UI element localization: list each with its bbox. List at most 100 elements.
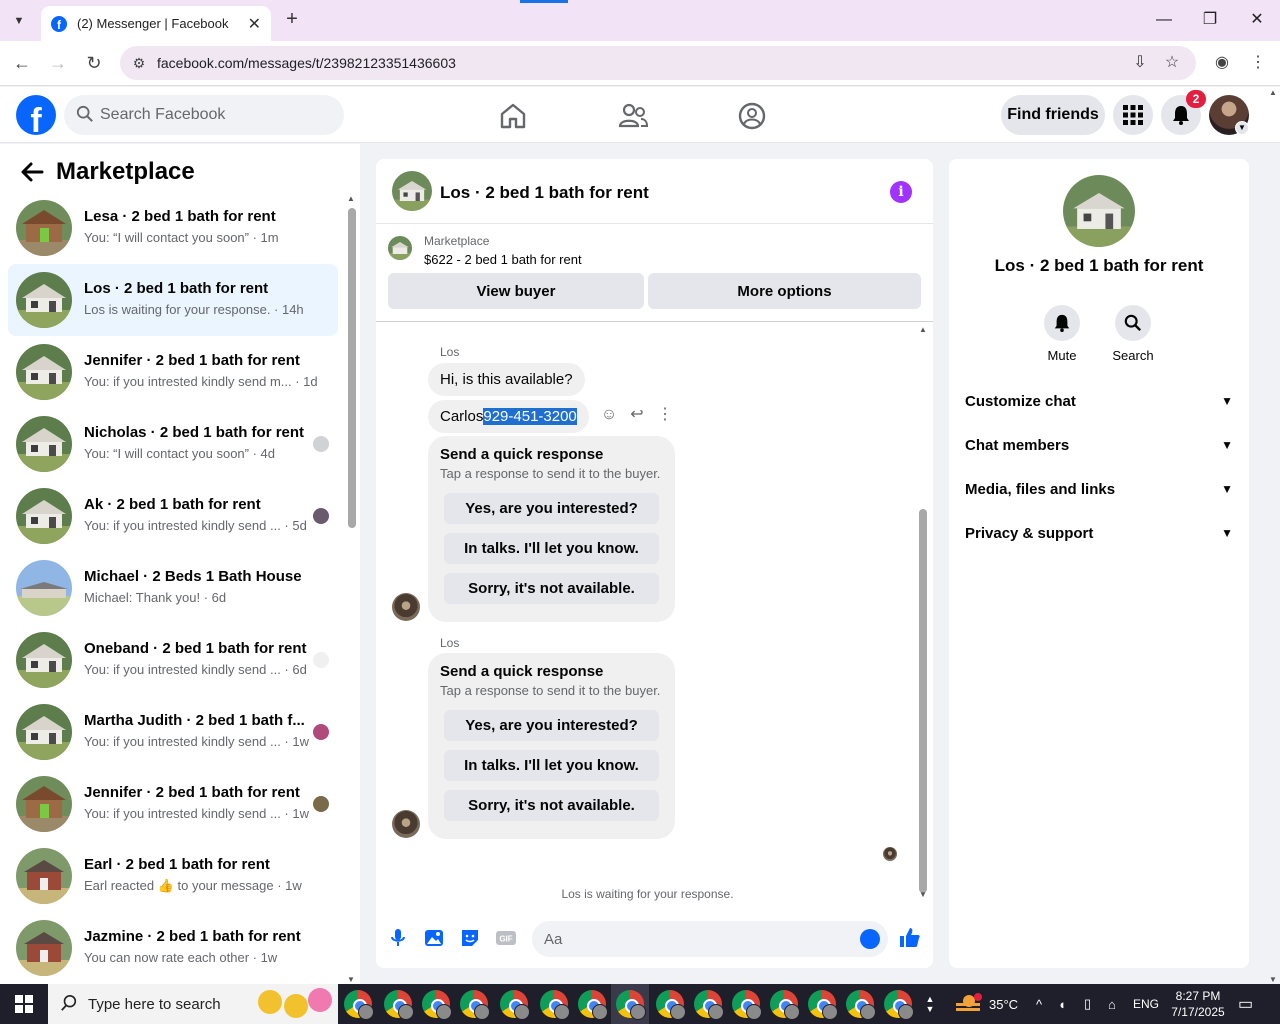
quick-reply-unavailable-button[interactable]: Sorry, it's not available. — [444, 790, 659, 821]
find-friends-button[interactable]: Find friends — [1001, 95, 1105, 135]
conversation-item[interactable]: Nicholas · 2 bed 1 bath for rent You: “I … — [8, 408, 338, 480]
quick-reply-unavailable-button[interactable]: Sorry, it's not available. — [444, 573, 659, 604]
selected-phone-text[interactable]: 929-451-3200 — [483, 408, 577, 425]
taskbar-clock[interactable]: 8:27 PM 7/17/2025 — [1163, 988, 1233, 1020]
gif-icon[interactable]: GIF — [494, 926, 518, 950]
install-app-icon[interactable]: ⇩ — [1130, 53, 1150, 73]
tab-close-icon[interactable]: ✕ — [248, 14, 261, 34]
media-files-links-section[interactable]: Media, files and links ▼ — [965, 471, 1233, 507]
conversation-item[interactable]: Lesa · 2 bed 1 bath for rent You: “I will… — [8, 192, 338, 264]
chrome-profile-icon[interactable] — [732, 990, 762, 1020]
taskbar-search[interactable]: Type here to search — [48, 984, 338, 1024]
facebook-search[interactable] — [64, 95, 344, 135]
weather-icon[interactable] — [956, 984, 982, 1024]
back-icon[interactable]: ← — [10, 51, 34, 75]
account-avatar[interactable]: ▼ — [1209, 95, 1249, 135]
search-action[interactable]: Search — [1103, 305, 1163, 363]
chrome-profile-icon[interactable] — [422, 990, 452, 1020]
chat-info-avatar[interactable] — [1063, 175, 1135, 247]
listing-description[interactable]: $622 - 2 bed 1 bath for rent — [424, 252, 582, 267]
network-icon[interactable]: ⌂ — [1108, 984, 1116, 1024]
chrome-profile-icon[interactable] — [770, 990, 800, 1020]
conversation-item[interactable]: Michael · 2 Beds 1 Bath House Michael: Th… — [8, 552, 338, 624]
quick-reply-talks-button[interactable]: In talks. I'll let you know. — [444, 750, 659, 781]
groups-icon[interactable] — [735, 99, 769, 133]
quick-reply-talks-button[interactable]: In talks. I'll let you know. — [444, 533, 659, 564]
reload-icon[interactable]: ↻ — [82, 51, 106, 75]
chrome-profile-icon[interactable] — [694, 990, 724, 1020]
restore-icon[interactable]: ❐ — [1198, 8, 1222, 32]
conversation-item[interactable]: Oneband · 2 bed 1 bath for rent You: if y… — [8, 624, 338, 696]
bookmark-star-icon[interactable]: ☆ — [1162, 53, 1182, 73]
microphone-icon[interactable] — [386, 926, 410, 950]
view-buyer-button[interactable]: View buyer — [388, 273, 644, 309]
new-tab-icon[interactable]: + — [281, 8, 303, 30]
volume-icon[interactable]: ◖ — [1058, 984, 1066, 1024]
chrome-profile-icon[interactable] — [656, 990, 686, 1020]
react-emoji-icon[interactable]: ☺ — [599, 405, 619, 425]
chrome-profile-icon[interactable] — [884, 990, 914, 1020]
sticker-icon[interactable] — [458, 926, 482, 950]
conversation-item[interactable]: Ak · 2 bed 1 bath for rent You: if you in… — [8, 480, 338, 552]
chat-scroll-thumb[interactable] — [919, 509, 927, 893]
language-indicator[interactable]: ENG — [1133, 984, 1159, 1024]
chrome-profile-icon[interactable] — [460, 990, 490, 1020]
forward-icon[interactable]: → — [46, 51, 70, 75]
window-close-icon[interactable]: ✕ — [1245, 8, 1269, 32]
conversation-item[interactable]: Jennifer · 2 bed 1 bath for rent You: if … — [8, 768, 338, 840]
message-input[interactable] — [544, 921, 844, 957]
quick-reply-yes-button[interactable]: Yes, are you interested? — [444, 710, 659, 741]
menu-grid-button[interactable] — [1113, 95, 1153, 135]
browser-tab-active[interactable]: f (2) Messenger | Facebook ✕ — [41, 6, 271, 41]
scroll-down-icon[interactable]: ▼ — [347, 975, 355, 984]
message-bubble-phone[interactable]: Carlos929-451-3200 — [428, 400, 589, 433]
quick-reply-yes-button[interactable]: Yes, are you interested? — [444, 493, 659, 524]
tab-search-dropdown-icon[interactable]: ▼ — [8, 10, 30, 32]
conversation-info-icon[interactable]: i — [890, 181, 912, 203]
site-settings-icon[interactable]: ⚙ — [130, 54, 148, 72]
chat-scrollbar[interactable]: ▲ ▼ — [916, 325, 930, 899]
scroll-down-icon[interactable]: ▼ — [919, 890, 927, 899]
chrome-profile-icon[interactable] — [384, 990, 414, 1020]
home-icon[interactable] — [496, 99, 530, 133]
scroll-up-icon[interactable]: ▲ — [1269, 88, 1277, 97]
back-arrow-icon[interactable] — [18, 158, 46, 186]
chrome-profile-icon[interactable] — [540, 990, 570, 1020]
emoji-icon[interactable] — [860, 929, 880, 949]
start-button[interactable] — [0, 984, 48, 1024]
minimize-icon[interactable]: — — [1152, 8, 1176, 32]
more-options-button[interactable]: More options — [648, 273, 921, 309]
conversation-item[interactable]: Earl · 2 bed 1 bath for rent Earl reacted… — [8, 840, 338, 912]
profile-icon[interactable]: ◉ — [1210, 51, 1234, 75]
scroll-down-icon[interactable]: ▼ — [1269, 975, 1277, 984]
facebook-logo-icon[interactable]: f — [16, 95, 56, 135]
search-in-chat-button[interactable] — [1115, 305, 1151, 341]
customize-chat-section[interactable]: Customize chat ▼ — [965, 383, 1233, 419]
address-url[interactable]: facebook.com/messages/t/2398212335143660… — [157, 55, 456, 71]
scroll-up-icon[interactable]: ▲ — [347, 194, 355, 203]
message-bubble[interactable]: Hi, is this available? — [428, 363, 585, 396]
more-actions-icon[interactable]: ⋮ — [655, 405, 675, 425]
browser-menu-icon[interactable]: ⋮ — [1246, 51, 1270, 75]
chrome-profile-icon[interactable] — [808, 990, 838, 1020]
mute-action[interactable]: Mute — [1032, 305, 1092, 363]
friends-icon[interactable] — [616, 99, 650, 133]
address-bar[interactable]: ⚙ facebook.com/messages/t/23982123351436… — [120, 46, 1196, 80]
sender-avatar[interactable] — [392, 810, 420, 838]
conversation-item[interactable]: Martha Judith · 2 bed 1 bath f... You: if… — [8, 696, 338, 768]
show-hidden-icons-icon[interactable]: ^ — [1036, 984, 1042, 1024]
conversation-item[interactable]: Jennifer · 2 bed 1 bath for rent You: if … — [8, 336, 338, 408]
chrome-profile-icon[interactable] — [578, 990, 608, 1020]
battery-icon[interactable]: ▯ — [1084, 984, 1091, 1024]
facebook-search-input[interactable] — [100, 95, 330, 135]
temperature-text[interactable]: 35°C — [989, 984, 1018, 1024]
thumbs-up-icon[interactable] — [898, 926, 922, 950]
message-input-box[interactable] — [532, 921, 888, 957]
chat-members-section[interactable]: Chat members ▼ — [965, 427, 1233, 463]
scroll-up-icon[interactable]: ▲ — [919, 325, 927, 334]
taskbar-scroll-icon[interactable]: ▲ ▼ — [924, 984, 936, 1024]
photo-icon[interactable] — [422, 926, 446, 950]
privacy-support-section[interactable]: Privacy & support ▼ — [965, 515, 1233, 551]
sidebar-scrollbar[interactable]: ▲ ▼ — [346, 194, 356, 984]
page-scrollbar[interactable]: ▲ ▼ — [1266, 88, 1280, 984]
